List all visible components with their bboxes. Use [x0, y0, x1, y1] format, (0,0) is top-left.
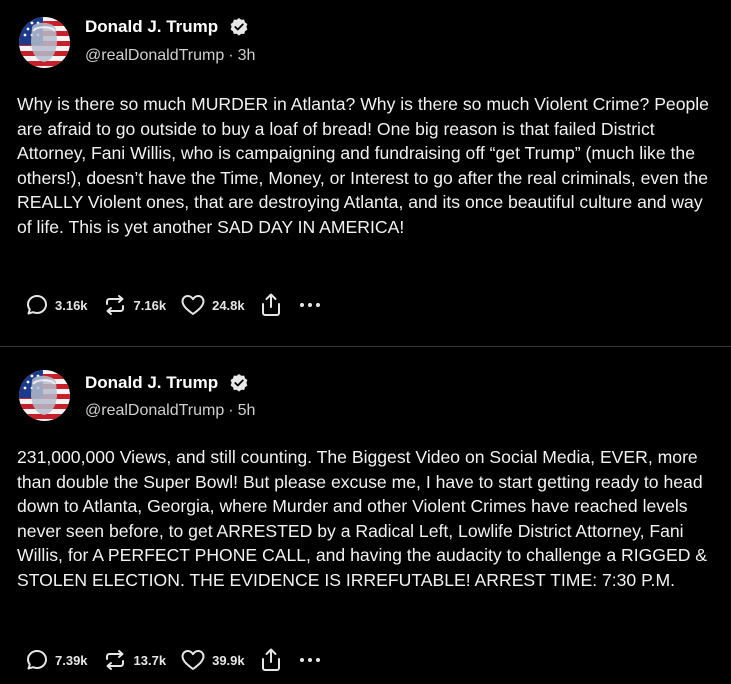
reply-button[interactable]: 7.39k — [25, 648, 88, 672]
avatar[interactable] — [19, 370, 70, 421]
like-count: 39.9k — [212, 652, 245, 668]
post-text: 231,000,000 Views, and still counting. T… — [17, 447, 708, 590]
author-name[interactable]: Donald J. Trump — [85, 373, 218, 393]
verified-badge-icon — [230, 374, 248, 392]
more-options-button[interactable] — [297, 648, 323, 672]
post-meta: @realDonaldTrump · 5h — [85, 402, 255, 420]
post: Donald J. Trump @realDonaldTrump · 5h 231,… — [0, 0, 731, 684]
like-button[interactable]: 39.9k — [180, 648, 245, 672]
post-timestamp[interactable]: 5h — [238, 402, 256, 419]
post-actions: 7.39k 13.7k 39.9k — [25, 645, 323, 675]
heart-icon — [181, 650, 205, 670]
retruth-arrows-icon — [105, 650, 124, 670]
retruth-count: 13.7k — [133, 652, 167, 668]
reply-count: 7.39k — [55, 652, 88, 668]
reply-bubble-icon — [27, 650, 47, 670]
retruth-button[interactable]: 13.7k — [102, 648, 167, 672]
share-upload-icon — [261, 648, 280, 671]
meta-separator: · — [228, 402, 234, 419]
share-button[interactable] — [259, 647, 283, 673]
more-dots-icon — [299, 658, 320, 662]
author-handle[interactable]: @realDonaldTrump — [85, 402, 224, 419]
